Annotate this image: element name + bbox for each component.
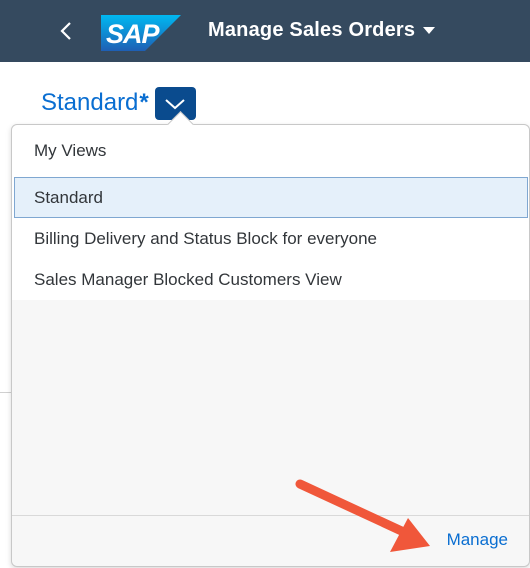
variant-popover: My Views Standard Billing Delivery and S… [11, 111, 530, 567]
variant-list: My Views Standard Billing Delivery and S… [12, 125, 529, 300]
variant-item-standard[interactable]: Standard [14, 177, 528, 218]
variant-item-billing-delivery[interactable]: Billing Delivery and Status Block for ev… [12, 218, 529, 259]
manage-button[interactable]: Manage [447, 530, 508, 550]
variant-modified-marker: * [139, 88, 149, 116]
popover-footer: Manage [12, 515, 529, 566]
variant-item-label: Sales Manager Blocked Customers View [34, 269, 342, 289]
sap-logo[interactable]: SAP [101, 15, 181, 51]
sap-logo-text: SAP [106, 19, 161, 49]
shell-header: SAP Manage Sales Orders [0, 0, 530, 62]
chevron-left-icon [60, 22, 71, 40]
app-title-menu[interactable]: Manage Sales Orders [208, 19, 436, 42]
variant-management: Standard * [41, 85, 196, 120]
variant-item-label: Standard [34, 187, 103, 207]
variant-item-label: Billing Delivery and Status Block for ev… [34, 228, 377, 248]
variant-title: Standard [41, 88, 139, 116]
caret-down-icon [423, 27, 436, 34]
app-title: Manage Sales Orders [208, 19, 416, 41]
list-header: My Views [34, 141, 107, 160]
back-button[interactable] [50, 15, 82, 47]
chevron-down-icon [165, 98, 185, 109]
variant-item-sales-manager[interactable]: Sales Manager Blocked Customers View [12, 259, 529, 300]
